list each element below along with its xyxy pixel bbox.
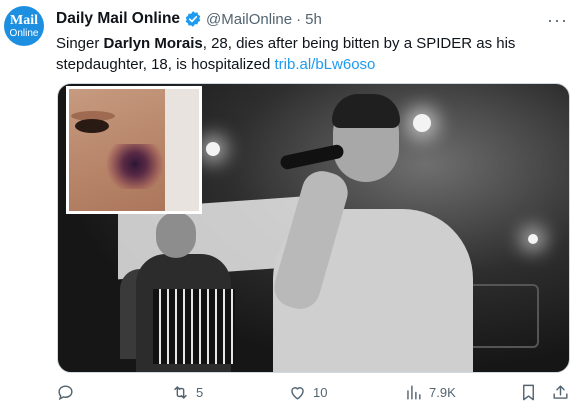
action-bar: 5 10 7.9K (56, 383, 571, 407)
avatar-logo-line2: Online (9, 27, 39, 39)
inset-eye (75, 119, 109, 133)
bookmark-button[interactable] (519, 383, 544, 402)
tweet-text-name: Darlyn Morais (103, 35, 203, 52)
account-handle[interactable]: @MailOnline (206, 11, 292, 28)
stage-light (413, 114, 431, 132)
reply-icon (58, 385, 73, 401)
retweet-icon (174, 386, 187, 399)
views-button[interactable]: 7.9K (404, 383, 456, 402)
avatar[interactable]: Mail Online (4, 6, 44, 46)
verified-badge-icon (185, 11, 201, 27)
singer-hair (332, 94, 400, 128)
stage-light (528, 234, 538, 244)
views-count: 7.9K (429, 385, 456, 400)
tweet-media-image[interactable] (57, 83, 570, 373)
tweet-header: Daily Mail Online @MailOnline · 5h (56, 10, 322, 28)
like-button[interactable]: 10 (288, 383, 327, 402)
avatar-logo-line1: Mail (10, 12, 38, 28)
bookmark-icon (523, 384, 534, 401)
heart-icon (291, 387, 304, 400)
tweet-text-start: Singer (56, 35, 104, 52)
account-name[interactable]: Daily Mail Online (56, 10, 180, 28)
retweet-count: 5 (196, 385, 204, 400)
retweet-button[interactable]: 5 (171, 383, 203, 402)
separator-dot: · (296, 10, 302, 28)
microphone (279, 143, 345, 171)
like-count: 10 (313, 385, 328, 400)
tweet-link[interactable]: trib.al/bLw6oso (274, 56, 375, 73)
inset-bruise-photo (66, 86, 202, 214)
more-options-button[interactable]: ··· (547, 10, 568, 31)
inset-bruise (105, 144, 165, 189)
stage-light (206, 142, 220, 156)
accordion (153, 289, 235, 364)
views-chart-icon (407, 385, 421, 400)
inset-background (165, 89, 199, 211)
share-button[interactable] (551, 383, 576, 402)
reply-button[interactable] (56, 383, 81, 402)
accordion-player-head (156, 212, 196, 258)
tweet-text: Singer Darlyn Morais, 28, dies after bei… (56, 33, 561, 75)
timestamp[interactable]: 5h (305, 11, 322, 28)
share-icon (553, 385, 568, 399)
